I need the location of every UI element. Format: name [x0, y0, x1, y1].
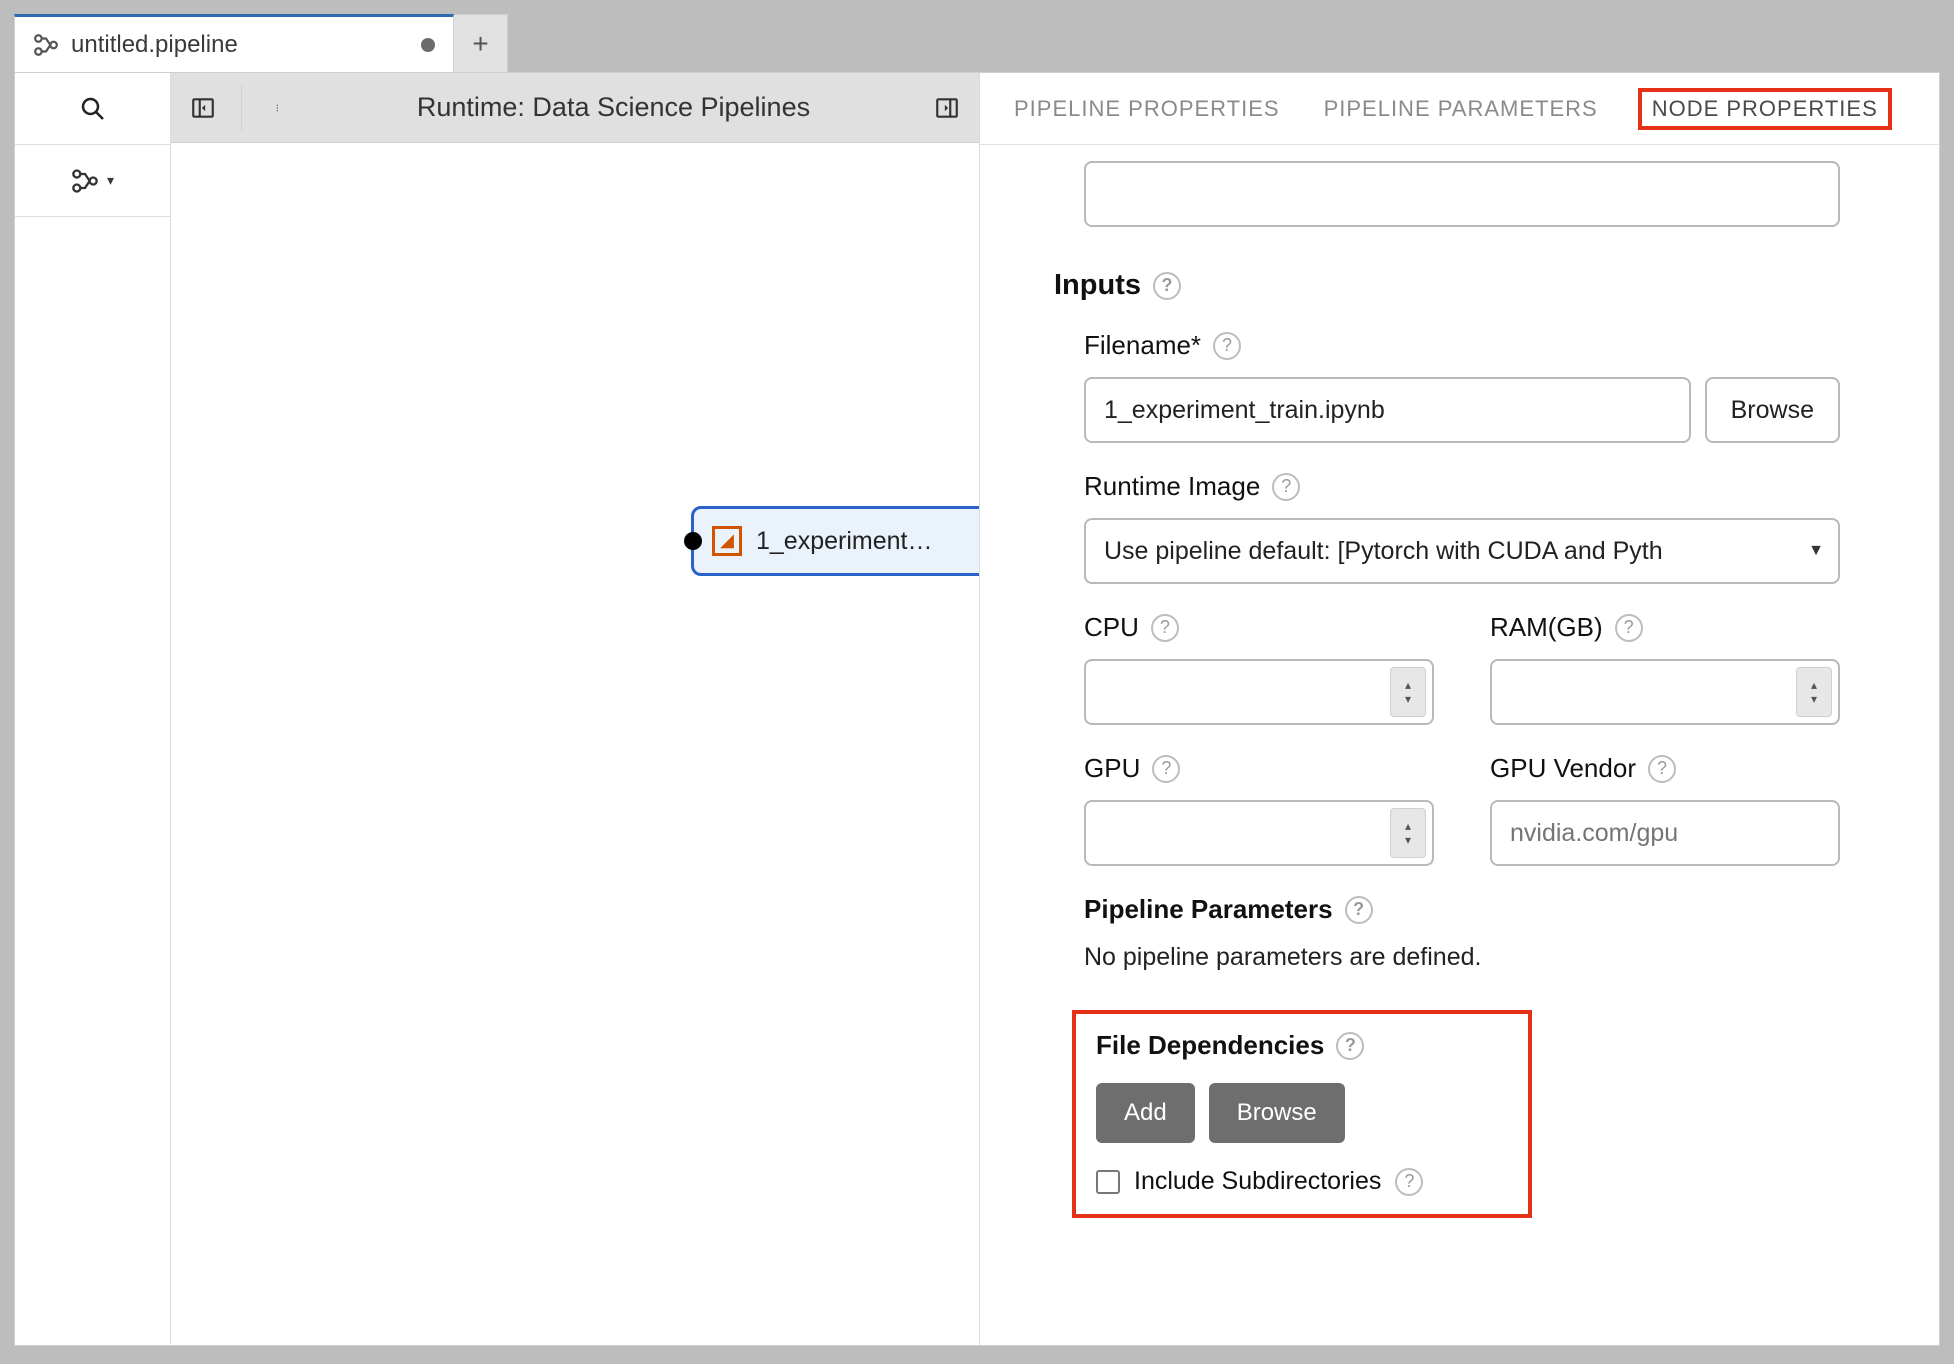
node-input-port[interactable] — [684, 532, 702, 550]
runtime-image-label: Runtime Image — [1084, 471, 1260, 502]
pipeline-parameters-heading: Pipeline Parameters — [1084, 894, 1333, 925]
pipeline-canvas[interactable]: ◢ 1_experiment… — [171, 143, 979, 1345]
help-icon[interactable]: ? — [1151, 614, 1179, 642]
stepper-icon[interactable]: ▴▾ — [1796, 667, 1832, 717]
runtime-image-select[interactable]: Use pipeline default: [Pytorch with CUDA… — [1084, 518, 1840, 584]
file-dependencies-heading: File Dependencies — [1096, 1030, 1324, 1061]
help-icon[interactable]: ? — [1648, 755, 1676, 783]
ram-input[interactable] — [1490, 659, 1840, 725]
cpu-label: CPU — [1084, 612, 1139, 643]
tab-bar: untitled.pipeline + — [14, 14, 1940, 72]
node-label: 1_experiment… — [756, 527, 932, 556]
gpu-vendor-label: GPU Vendor — [1490, 753, 1636, 784]
properties-tabs: PIPELINE PROPERTIES PIPELINE PARAMETERS … — [980, 73, 1939, 145]
chevron-down-icon: ▾ — [107, 172, 114, 189]
help-icon[interactable]: ? — [1272, 473, 1300, 501]
chevron-down-icon: ▼ — [1808, 542, 1824, 560]
node-label-input[interactable] — [1084, 161, 1840, 227]
panel-right-icon — [934, 95, 960, 121]
help-icon[interactable]: ? — [1336, 1032, 1364, 1060]
tab-title: untitled.pipeline — [71, 31, 421, 59]
filename-input[interactable] — [1084, 377, 1691, 443]
tab-node-properties[interactable]: NODE PROPERTIES — [1638, 88, 1892, 130]
divider — [241, 86, 242, 130]
left-rail: ▾ — [15, 73, 171, 1345]
properties-pane: PIPELINE PROPERTIES PIPELINE PARAMETERS … — [979, 73, 1939, 1345]
file-tab[interactable]: untitled.pipeline — [14, 14, 454, 72]
gpu-vendor-input[interactable] — [1490, 800, 1840, 866]
pipeline-palette-button[interactable]: ▾ — [15, 145, 170, 217]
help-icon[interactable]: ? — [1395, 1168, 1423, 1196]
runtime-title: Runtime: Data Science Pipelines — [312, 92, 915, 123]
cpu-input[interactable] — [1084, 659, 1434, 725]
tab-pipeline-properties[interactable]: PIPELINE PROPERTIES — [1010, 94, 1284, 124]
add-file-dep-button[interactable]: Add — [1096, 1083, 1195, 1143]
notebook-node-icon: ◢ — [712, 526, 742, 556]
no-params-text: No pipeline parameters are defined. — [1084, 943, 1909, 972]
menu-button[interactable] — [248, 73, 312, 143]
plus-icon: + — [472, 28, 488, 60]
file-dependencies-highlight: File Dependencies ? Add Browse Include S… — [1072, 1010, 1532, 1218]
kebab-menu-icon — [276, 95, 284, 121]
gpu-label: GPU — [1084, 753, 1140, 784]
pipeline-palette-icon — [71, 167, 99, 195]
search-icon — [78, 94, 108, 124]
help-icon[interactable]: ? — [1152, 755, 1180, 783]
runtime-image-value: Use pipeline default: [Pytorch with CUDA… — [1104, 537, 1663, 566]
pipeline-icon — [33, 32, 59, 58]
add-tab-button[interactable]: + — [454, 14, 508, 72]
include-subdirs-label: Include Subdirectories — [1134, 1167, 1381, 1196]
browse-filename-button[interactable]: Browse — [1705, 377, 1840, 443]
stepper-icon[interactable]: ▴▾ — [1390, 808, 1426, 858]
canvas-toolbar: Runtime: Data Science Pipelines — [171, 73, 979, 143]
panel-left-icon — [190, 95, 216, 121]
inputs-heading: Inputs — [1054, 269, 1141, 302]
help-icon[interactable]: ? — [1345, 896, 1373, 924]
filename-label: Filename* — [1084, 330, 1201, 361]
ram-label: RAM(GB) — [1490, 612, 1603, 643]
stepper-icon[interactable]: ▴▾ — [1390, 667, 1426, 717]
help-icon[interactable]: ? — [1153, 272, 1181, 300]
canvas-pane: Runtime: Data Science Pipelines ◢ 1_expe… — [171, 73, 979, 1345]
panel-left-button[interactable] — [171, 73, 235, 143]
panel-right-button[interactable] — [915, 73, 979, 143]
tab-dirty-indicator-icon — [421, 38, 435, 52]
tab-pipeline-parameters[interactable]: PIPELINE PARAMETERS — [1320, 94, 1602, 124]
browse-file-dep-button[interactable]: Browse — [1209, 1083, 1345, 1143]
search-button[interactable] — [15, 73, 170, 145]
include-subdirs-checkbox[interactable] — [1096, 1170, 1120, 1194]
pipeline-node[interactable]: ◢ 1_experiment… — [691, 506, 979, 576]
help-icon[interactable]: ? — [1615, 614, 1643, 642]
gpu-input[interactable] — [1084, 800, 1434, 866]
help-icon[interactable]: ? — [1213, 332, 1241, 360]
